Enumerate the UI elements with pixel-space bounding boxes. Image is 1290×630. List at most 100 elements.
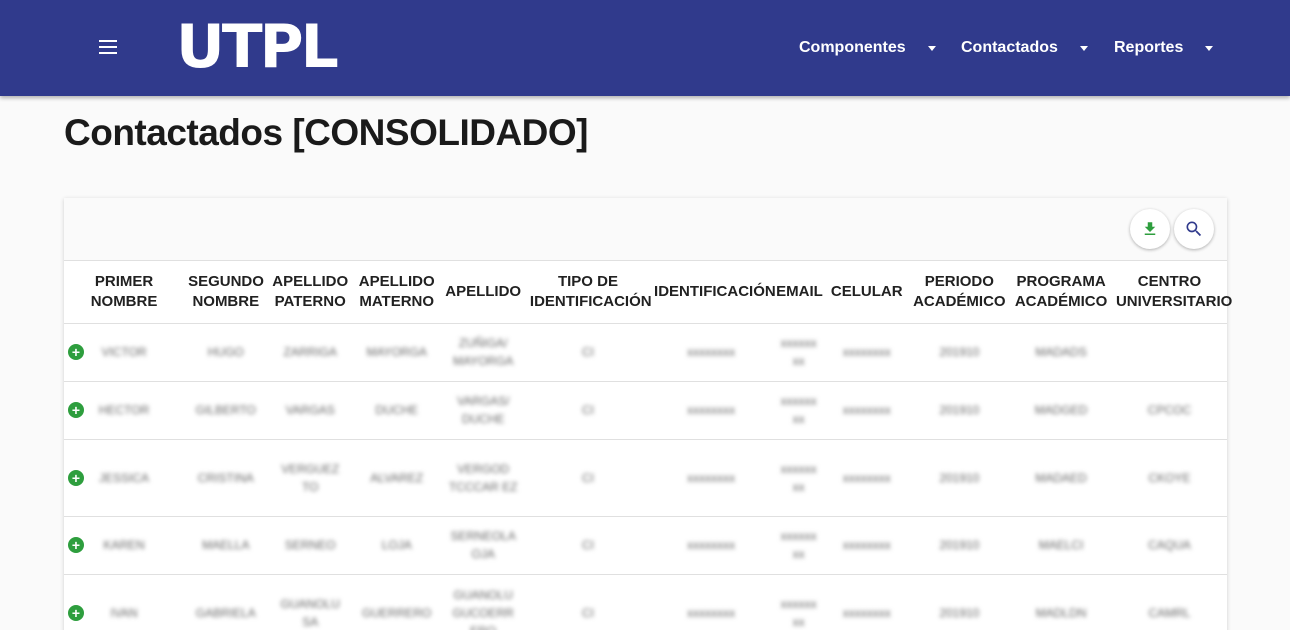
table-header-row: PRIMER NOMBRE SEGUNDO NOMBRE APELLIDO PA… <box>64 261 1232 324</box>
cell-value: GUERRERO <box>362 606 432 620</box>
column-header[interactable]: PRIMER NOMBRE <box>64 261 185 324</box>
table-cell: VERGUEZ TO <box>267 439 353 517</box>
expand-row-icon[interactable]: + <box>68 402 84 418</box>
cell-value: KAREN <box>103 538 145 552</box>
column-header[interactable]: APELLIDO MATERNO <box>352 261 441 324</box>
nav-label: Componentes <box>799 39 906 56</box>
column-header[interactable]: PERIODO ACADÉMICO <box>908 261 1011 324</box>
table-cell: ZUÑIGA/ MAYORGA <box>440 323 526 382</box>
cell-value: MAELLA <box>202 538 250 552</box>
column-header[interactable]: CENTRO UNIVERSITARIO <box>1111 261 1232 324</box>
table-cell: MADAED <box>1010 439 1112 517</box>
cell-value: xxxxxx xx <box>780 597 817 629</box>
table-cell: GUERRERO <box>352 574 441 630</box>
table-toolbar <box>64 198 1227 261</box>
cell-value: VERGOD TCCCAR EZ <box>448 461 518 494</box>
cell-value: GABRIELA <box>195 606 256 620</box>
expand-row-icon[interactable]: + <box>68 537 84 553</box>
column-header[interactable]: CELULAR <box>825 261 909 324</box>
table-cell: + KAREN <box>64 516 185 575</box>
cell-value: xxxxxxxx <box>842 538 891 552</box>
utpl-logo[interactable]: UTPL <box>176 14 339 80</box>
cell-value: CRISTINA <box>197 470 254 485</box>
table-cell: ALVAREZ <box>352 439 441 517</box>
menu-icon[interactable] <box>99 40 117 54</box>
column-header[interactable]: IDENTIFICACIÓN <box>650 261 776 324</box>
table-cell: VARGAS/ DUCHE <box>440 381 526 440</box>
cell-value: HUGO <box>207 345 244 359</box>
table-cell: 201910 <box>908 323 1011 382</box>
cell-value: MADLDN <box>1035 606 1087 620</box>
table-cell: GILBERTO <box>184 381 268 440</box>
table-cell: SERNEOLA OJA <box>440 516 526 575</box>
table-cell: xxxxxxxx <box>650 439 773 517</box>
cell-value: ZARRIGA <box>283 345 337 359</box>
download-button[interactable] <box>1130 209 1170 249</box>
cell-value: xxxxxxxx <box>687 470 736 485</box>
cell-value: SERNEOLA OJA <box>450 529 516 561</box>
table-cell: xxxxxx xx <box>772 381 826 440</box>
expand-row-icon[interactable]: + <box>68 605 84 621</box>
table-cell: 201910 <box>908 381 1011 440</box>
table-cell: GUANOLU SA <box>267 574 353 630</box>
table-cell: xxxxxxxx <box>825 381 909 440</box>
cell-value: CI <box>581 403 594 417</box>
table-cell: xxxxxxxx <box>650 516 773 575</box>
cell-value: HECTOR <box>98 403 150 417</box>
contacts-table: PRIMER NOMBRE SEGUNDO NOMBRE APELLIDO PA… <box>64 261 1232 630</box>
cell-value: MAELCI <box>1038 538 1084 552</box>
cell-value: xxxxxxxx <box>687 606 736 620</box>
nav-componentes[interactable]: Componentes <box>799 36 936 60</box>
nav-contactados[interactable]: Contactados <box>961 36 1088 60</box>
table-cell: MAELCI <box>1010 516 1112 575</box>
expand-row-icon[interactable]: + <box>68 469 84 486</box>
table-cell: MADLDN <box>1010 574 1112 630</box>
table-cell: CI <box>525 574 651 630</box>
top-app-bar: UTPL Componentes Contactados Reportes <box>0 0 1290 96</box>
cell-value: MAYORGA <box>366 345 427 359</box>
nav-label: Contactados <box>961 39 1058 56</box>
table-cell: GUANOLU GUCOERR ERO <box>440 574 526 630</box>
column-header[interactable]: SEGUNDO NOMBRE <box>184 261 268 324</box>
expand-row-icon[interactable]: + <box>68 344 84 360</box>
caret-down-icon <box>1205 45 1214 51</box>
table-cell: CI <box>525 381 651 440</box>
table-cell: DUCHE <box>352 381 441 440</box>
table-row[interactable]: + JESSICA CRISTINA VERGUEZ TO ALVAREZ VERGOD … <box>64 439 1227 517</box>
table-cell: + HECTOR <box>64 381 185 440</box>
column-header[interactable]: APELLIDO <box>440 261 526 324</box>
cell-value: xxxxxx xx <box>780 394 817 426</box>
cell-value: xxxxxxxx <box>687 345 736 359</box>
cell-value: 201910 <box>939 606 980 620</box>
column-header[interactable]: TIPO DE IDENTIFICACIÓN <box>525 261 652 324</box>
table-row[interactable]: + HECTOR GILBERTO VARGAS DUCHE VARGAS/ DUCHE C… <box>64 381 1227 440</box>
table-row[interactable]: + VICTOR HUGO ZARRIGA MAYORGA ZUÑIGA/ MAYORGA… <box>64 323 1227 382</box>
cell-value: xxxxxxxx <box>687 538 736 552</box>
cell-value: MADADS <box>1035 345 1087 359</box>
search-button[interactable] <box>1174 209 1214 249</box>
search-icon <box>1186 221 1202 237</box>
column-header[interactable]: PROGRAMA ACADÉMICO <box>1010 261 1112 324</box>
column-header[interactable]: EMAIL <box>772 261 826 324</box>
table-cell: MAELLA <box>184 516 268 575</box>
table-row[interactable]: + IVAN GABRIELA GUANOLU SA GUERRERO GUANOLU G… <box>64 574 1227 630</box>
cell-value: VARGAS/ DUCHE <box>456 394 510 426</box>
column-header[interactable]: APELLIDO PATERNO <box>267 261 353 324</box>
cell-value: 201910 <box>939 345 980 359</box>
cell-value: xxxxxxxx <box>842 403 891 417</box>
cell-value: LOJA <box>381 538 412 552</box>
table-cell: CAMRL <box>1111 574 1227 630</box>
table-cell: xxxxxx xx <box>772 574 826 630</box>
table-cell: VARGAS <box>267 381 353 440</box>
cell-value: CI <box>581 606 594 620</box>
table-cell: MAYORGA <box>352 323 441 382</box>
cell-value: SERNEO <box>284 538 336 552</box>
cell-value: CI <box>581 470 594 485</box>
nav-reportes[interactable]: Reportes <box>1114 36 1214 60</box>
table-cell: xxxxxxxx <box>825 439 909 517</box>
cell-value: 201910 <box>939 538 980 552</box>
table-cell: xxxxxxxx <box>650 381 773 440</box>
cell-value: xxxxxxxx <box>842 606 891 620</box>
table-row[interactable]: + KAREN MAELLA SERNEO LOJA SERNEOLA OJA CI xxxx… <box>64 516 1227 575</box>
table-cell: 201910 <box>908 574 1011 630</box>
